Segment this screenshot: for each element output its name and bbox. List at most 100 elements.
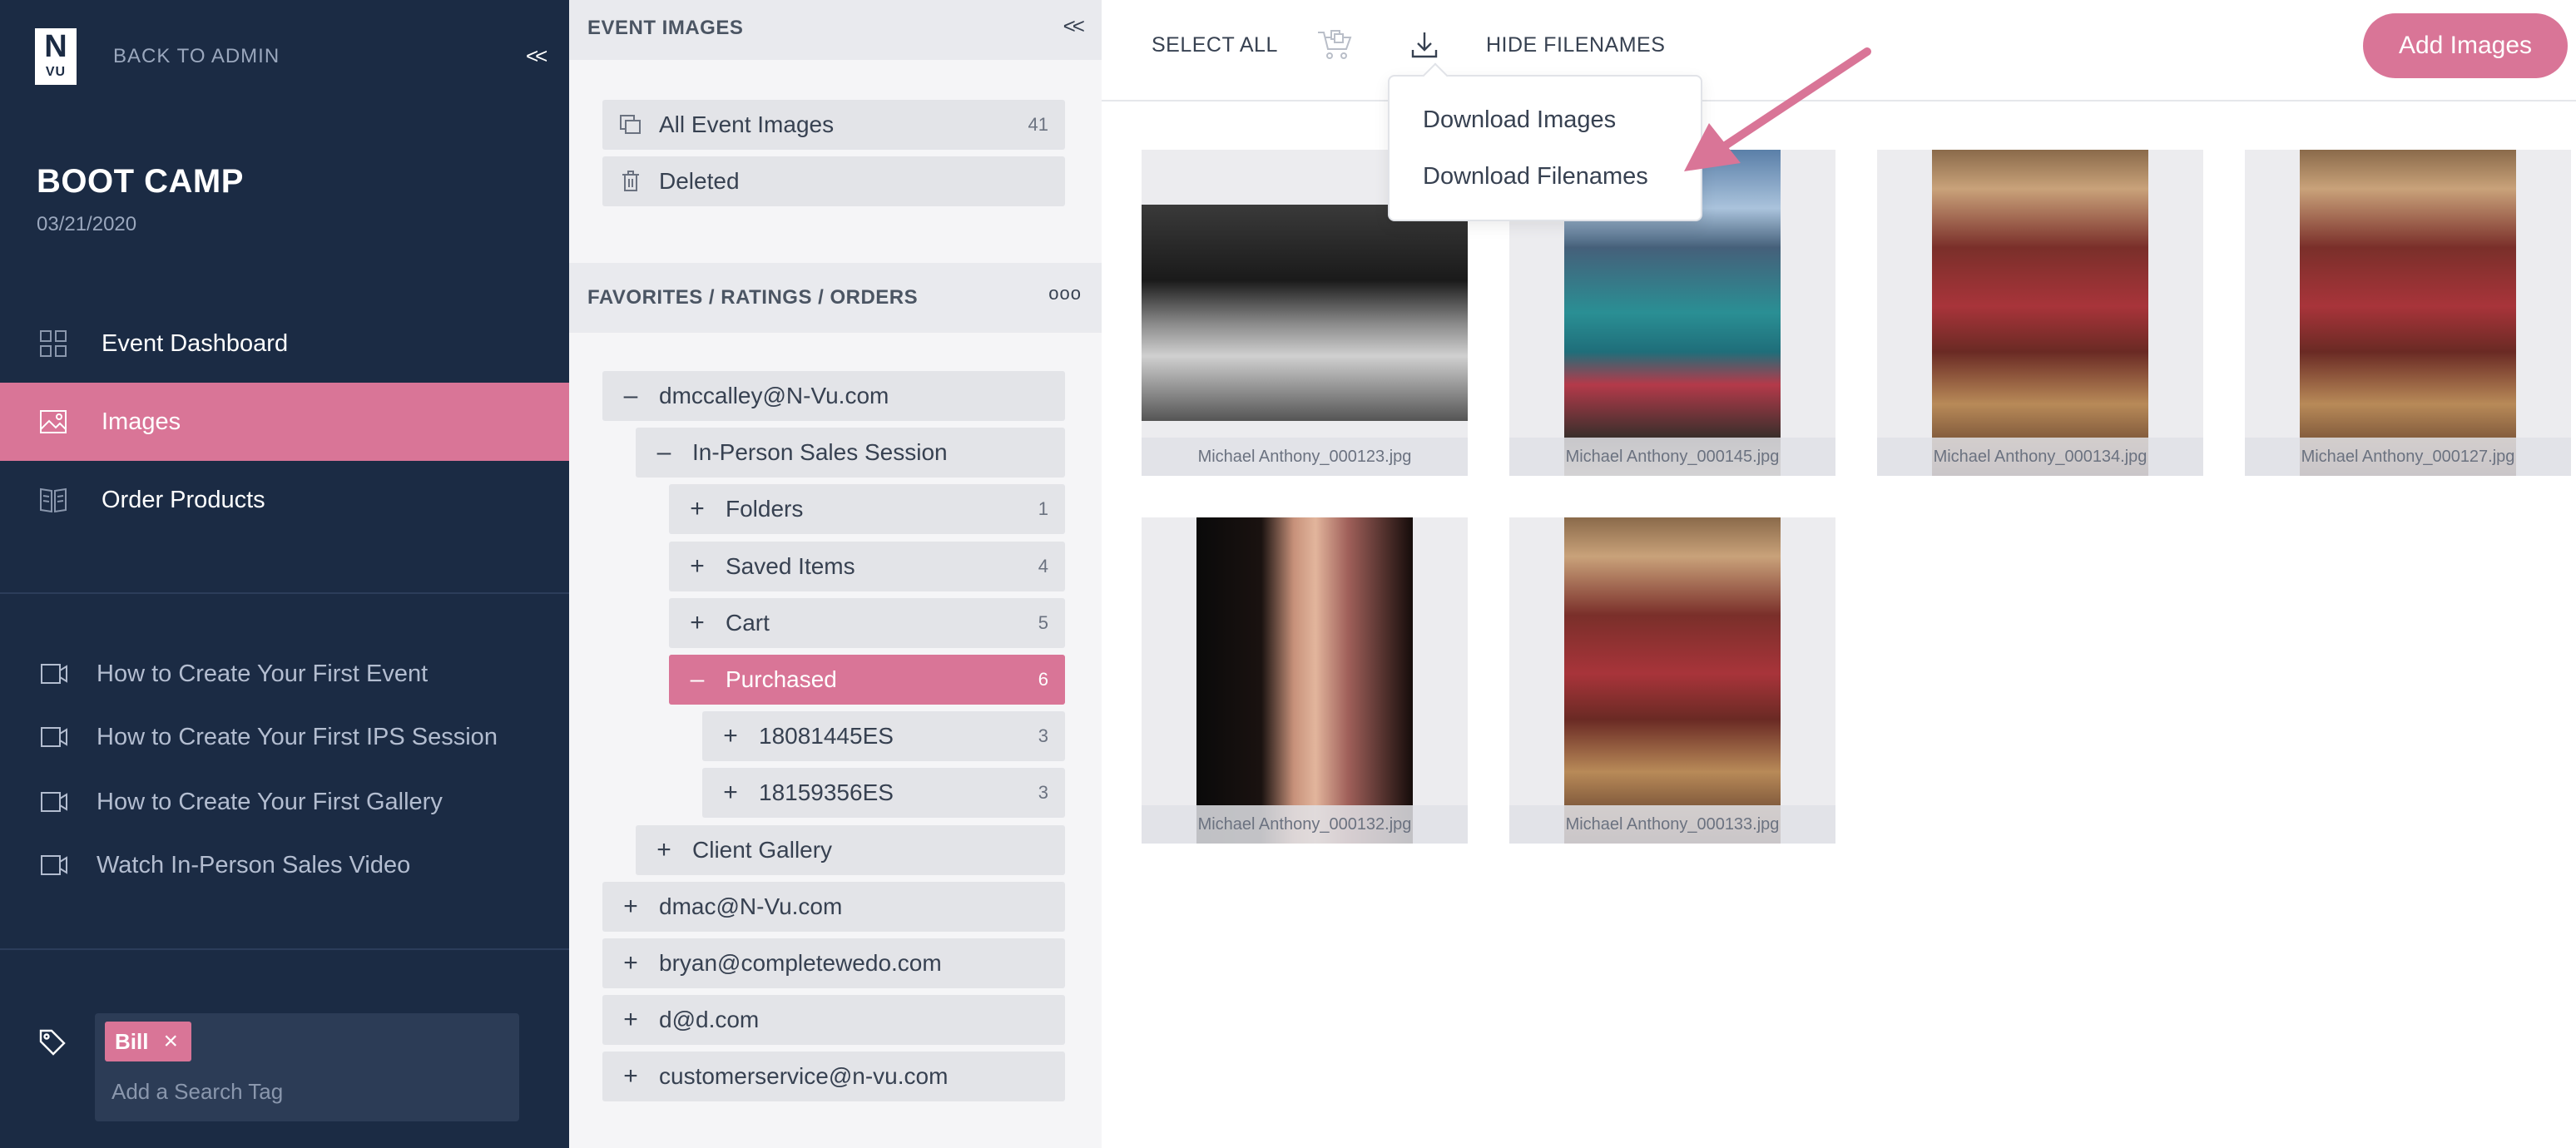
nav-order-products[interactable]: Order Products: [0, 461, 569, 539]
tree-item-label: customerservice@n-vu.com: [659, 1063, 949, 1089]
tree-item-count: 3: [1038, 725, 1048, 746]
video-icon: [40, 725, 68, 750]
tree-item[interactable]: – Purchased 6: [669, 655, 1065, 705]
image-filename: Michael Anthony_000133.jpg: [1509, 805, 1835, 844]
item-label: Deleted: [659, 168, 740, 194]
annotation-arrow: [1684, 47, 1871, 171]
sidebar-divider: [0, 948, 569, 950]
image-icon: [38, 407, 68, 437]
help-create-event[interactable]: How to Create Your First Event: [0, 649, 569, 699]
tag-icon: [38, 1028, 67, 1056]
tag-chip: Bill ×: [105, 1022, 191, 1061]
more-options-icon[interactable]: ooo: [1048, 283, 1082, 304]
image-thumbnail[interactable]: Michael Anthony_000132.jpg: [1142, 517, 1468, 844]
collapse-icon[interactable]: –: [686, 666, 709, 694]
image-filename: Michael Anthony_000132.jpg: [1142, 805, 1468, 844]
image-filename: Michael Anthony_000134.jpg: [1877, 438, 2203, 476]
image-filename: Michael Anthony_000145.jpg: [1509, 438, 1835, 476]
tree-item-label: Saved Items: [726, 553, 855, 579]
remove-tag-icon[interactable]: ×: [163, 1027, 178, 1056]
expand-icon[interactable]: +: [619, 1062, 642, 1091]
help-label: How to Create Your First Event: [97, 660, 429, 687]
image-thumbnail[interactable]: Michael Anthony_000127.jpg: [2245, 150, 2571, 476]
item-count: 41: [1028, 114, 1048, 135]
nav-label: Order Products: [102, 486, 265, 513]
image-filename: Michael Anthony_000123.jpg: [1142, 438, 1468, 476]
tree-item-label: Client Gallery: [692, 837, 833, 863]
search-tag-box[interactable]: Bill ×: [95, 1013, 519, 1121]
download-filenames-option[interactable]: Download Filenames: [1423, 163, 1648, 191]
tree-item[interactable]: +18081445ES 3: [702, 711, 1065, 761]
tree-item[interactable]: + Cart 5: [669, 598, 1065, 648]
help-label: Watch In-Person Sales Video: [97, 851, 411, 878]
event-images-header: EVENT IMAGES <<: [569, 0, 1102, 60]
nav-label: Images: [102, 408, 181, 435]
photo: [1564, 517, 1781, 844]
expand-icon[interactable]: +: [619, 949, 642, 977]
event-title: BOOT CAMP: [37, 163, 244, 200]
image-thumbnail[interactable]: Michael Anthony_000134.jpg: [1877, 150, 2203, 476]
expand-icon[interactable]: +: [719, 779, 742, 807]
video-icon: [40, 661, 68, 686]
tree-item-label: dmac@N-Vu.com: [659, 893, 843, 919]
tree-item[interactable]: + customerservice@n-vu.com: [602, 1052, 1065, 1101]
sidebar-divider: [0, 592, 569, 594]
tree-item[interactable]: +18159356ES 3: [702, 768, 1065, 818]
download-dropdown: Download Images Download Filenames: [1388, 75, 1702, 221]
item-label: All Event Images: [659, 111, 835, 137]
download-images-option[interactable]: Download Images: [1423, 106, 1616, 134]
expand-icon[interactable]: +: [619, 1006, 642, 1034]
expand-icon[interactable]: +: [686, 495, 709, 523]
download-icon[interactable]: [1406, 28, 1443, 62]
collapse-icon[interactable]: –: [652, 438, 676, 467]
help-create-gallery[interactable]: How to Create Your First Gallery: [0, 777, 569, 827]
favorites-header: FAVORITES / RATINGS / ORDERS ooo: [569, 263, 1102, 333]
tree-item[interactable]: + Saved Items 4: [669, 542, 1065, 591]
tag-chip-label: Bill: [115, 1028, 149, 1054]
hide-filenames-button[interactable]: HIDE FILENAMES: [1486, 33, 1665, 57]
photo: [1932, 150, 2148, 476]
nvu-logo[interactable]: N VU: [35, 28, 77, 85]
tree-item[interactable]: + d@d.com: [602, 995, 1065, 1045]
expand-icon[interactable]: +: [719, 722, 742, 750]
event-date: 03/21/2020: [37, 213, 137, 235]
help-label: How to Create Your First IPS Session: [97, 723, 498, 750]
nav-event-dashboard[interactable]: Event Dashboard: [0, 304, 569, 383]
nav-images[interactable]: Images: [0, 383, 569, 461]
event-images-panel: EVENT IMAGES << All Event Images 41 Dele…: [569, 0, 1102, 1148]
tree-item[interactable]: + Folders 1: [669, 484, 1065, 534]
trash-icon: [619, 171, 642, 192]
grid-icon: [38, 329, 68, 359]
help-create-ips-session[interactable]: How to Create Your First IPS Session: [0, 712, 569, 762]
tree-item[interactable]: + bryan@completewedo.com: [602, 938, 1065, 988]
back-to-admin-link[interactable]: BACK TO ADMIN: [113, 45, 280, 68]
search-tag-input[interactable]: [111, 1075, 503, 1108]
image-thumbnail[interactable]: Michael Anthony_000133.jpg: [1509, 517, 1835, 844]
tree-item-label: dmccalley@N-Vu.com: [659, 383, 889, 408]
expand-icon[interactable]: +: [686, 609, 709, 637]
deleted-item[interactable]: Deleted: [602, 156, 1065, 206]
select-all-button[interactable]: SELECT ALL: [1152, 33, 1278, 57]
all-event-images-item[interactable]: All Event Images 41: [602, 100, 1065, 150]
collapse-icon[interactable]: –: [619, 382, 642, 410]
tree-item[interactable]: + Client Gallery: [636, 825, 1065, 875]
tree-item[interactable]: – In-Person Sales Session: [636, 428, 1065, 478]
collapse-panel-button[interactable]: <<: [1063, 13, 1085, 39]
expand-icon[interactable]: +: [686, 552, 709, 581]
help-label: How to Create Your First Gallery: [97, 788, 443, 815]
collapse-sidebar-button[interactable]: <<: [526, 43, 547, 69]
tree-item-count: 5: [1038, 612, 1048, 633]
tree-item-label: Folders: [726, 496, 804, 522]
tree-item-count: 6: [1038, 669, 1048, 690]
expand-icon[interactable]: +: [619, 893, 642, 921]
expand-icon[interactable]: +: [652, 836, 676, 864]
tree-item-label: 18081445ES: [759, 723, 894, 749]
video-icon: [40, 853, 68, 878]
tree-item-label: 18159356ES: [759, 779, 894, 805]
shopping-cart-icon[interactable]: [1316, 28, 1353, 62]
tree-item[interactable]: + dmac@N-Vu.com: [602, 882, 1065, 932]
tree-item[interactable]: – dmccalley@N-Vu.com: [602, 371, 1065, 421]
help-watch-video[interactable]: Watch In-Person Sales Video: [0, 840, 569, 890]
video-icon: [40, 789, 68, 814]
add-images-button[interactable]: Add Images: [2363, 13, 2568, 78]
